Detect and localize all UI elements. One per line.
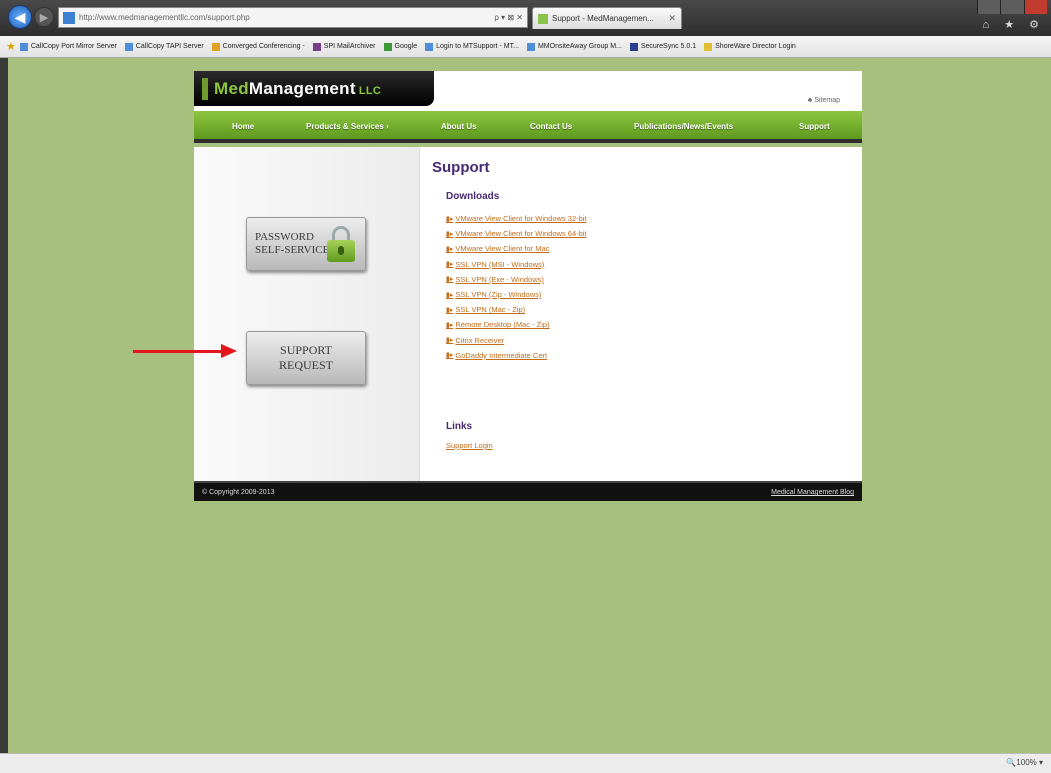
download-icon: ▮▸ (446, 245, 454, 253)
downloads-heading: Downloads (446, 191, 500, 202)
content-area: PASSWORD SELF-SERVICE SUPPORT REQUEST Su… (194, 147, 862, 481)
favorite-icon (629, 42, 638, 51)
favorite-icon (526, 42, 535, 51)
download-link[interactable]: ▮▸ SSL VPN (MSI - Windows) (446, 257, 587, 272)
download-icon: ▮▸ (446, 230, 454, 238)
download-icon: ▮▸ (446, 337, 454, 345)
password-self-service-button[interactable]: PASSWORD SELF-SERVICE (246, 217, 366, 271)
menu-home[interactable]: Home (232, 122, 254, 131)
minimize-button[interactable] (977, 0, 1001, 14)
tab-favicon-icon (538, 13, 548, 24)
download-link[interactable]: ▮▸ SSL VPN (Zip - Windows) (446, 287, 587, 302)
download-icon: ▮▸ (446, 276, 454, 284)
address-url[interactable]: http://www.medmanagementllc.com/support.… (79, 13, 494, 22)
menu-products-services[interactable]: Products & Services › (306, 122, 389, 131)
toolbar-icons[interactable]: ⌂ ★ ⚙ (983, 18, 1045, 31)
download-link[interactable]: ▮▸ VMware View Client for Mac (446, 241, 587, 256)
favorite-item[interactable]: CallCopy Port Mirror Server (19, 42, 117, 51)
support-request-button[interactable]: SUPPORT REQUEST (246, 331, 366, 385)
favorites-bar: ★ CallCopy Port Mirror Server CallCopy T… (0, 36, 1051, 58)
tab-title: Support - MedManagemen... (552, 14, 654, 23)
support-login-link[interactable]: Support Login (446, 441, 493, 450)
download-icon: ▮▸ (446, 291, 454, 299)
back-button[interactable]: ◀ (8, 5, 32, 29)
annotation-arrow-line (133, 350, 223, 353)
close-window-button[interactable] (1023, 0, 1047, 14)
tab-close-icon[interactable]: ✕ (668, 13, 676, 24)
window-left-edge (0, 58, 8, 753)
site-container: MedManagement LLC ♣ Sitemap Home Products… (194, 71, 862, 506)
favorite-icon (383, 42, 392, 51)
logo-text: MedManagement LLC (214, 78, 382, 98)
download-link[interactable]: ▮▸ SSL VPN (Exe - Windows) (446, 272, 587, 287)
favorites-star-icon[interactable]: ★ (6, 40, 16, 53)
page-title: Support (432, 159, 490, 176)
main-content: Support Downloads ▮▸ VMware View Client f… (426, 147, 846, 481)
favorite-item[interactable]: ShoreWare Director Login (704, 42, 796, 51)
main-menu: Home Products & Services › About Us Cont… (194, 111, 862, 143)
annotation-arrow-icon (221, 344, 237, 358)
download-icon: ▮▸ (446, 215, 454, 223)
favorite-icon (425, 42, 434, 51)
window-controls (977, 0, 1047, 14)
support-request-line2: REQUEST (279, 358, 333, 372)
favorite-item[interactable]: Google (383, 42, 417, 51)
favorite-item[interactable]: Converged Conferencing - (211, 42, 305, 51)
site-logo[interactable]: MedManagement LLC (194, 71, 434, 106)
download-link[interactable]: ▮▸ VMware View Client for Windows 32-bit (446, 211, 587, 226)
favorite-item[interactable]: MMOnsiteAway Group M... (526, 42, 622, 51)
menu-contact-us[interactable]: Contact Us (530, 122, 572, 131)
back-arrow-icon: ◀ (14, 8, 26, 25)
copyright-text: © Copyright 2009-2013 (202, 489, 275, 496)
favorite-item[interactable]: Login to MTSupport - MT... (425, 42, 519, 51)
logo-mark-icon (202, 77, 208, 100)
status-bar: 🔍100% ▾ (0, 753, 1051, 773)
zoom-level[interactable]: 🔍100% ▾ (1006, 758, 1043, 767)
browser-titlebar: ◀ ▶ http://www.medmanagementllc.com/supp… (0, 0, 1051, 36)
sidebar: PASSWORD SELF-SERVICE SUPPORT REQUEST (194, 147, 420, 481)
download-link[interactable]: ▮▸ Remote Desktop (Mac - Zip) (446, 317, 587, 332)
favorite-item[interactable]: SPI MailArchiver (312, 42, 376, 51)
download-icon: ▮▸ (446, 352, 454, 360)
menu-about-us[interactable]: About Us (441, 122, 477, 131)
sitemap-link[interactable]: ♣ Sitemap (808, 97, 840, 104)
menu-support[interactable]: Support (799, 122, 830, 131)
download-link[interactable]: ▮▸ VMware View Client for Windows 64-bit (446, 226, 587, 241)
menu-publications[interactable]: Publications/News/Events (634, 122, 733, 131)
lock-icon (327, 226, 355, 262)
downloads-list: ▮▸ VMware View Client for Windows 32-bit … (446, 211, 587, 363)
download-icon: ▮▸ (446, 261, 454, 269)
download-icon: ▮▸ (446, 306, 454, 314)
favorite-icon (312, 42, 321, 51)
tab-support[interactable]: Support - MedManagemen... ✕ (532, 7, 682, 29)
password-button-label: PASSWORD SELF-SERVICE (255, 231, 330, 256)
support-request-line1: SUPPORT (280, 343, 332, 357)
favorite-icon (211, 42, 220, 51)
download-icon: ▮▸ (446, 321, 454, 329)
blog-link[interactable]: Medical Management Blog (771, 489, 854, 496)
maximize-button[interactable] (1000, 0, 1024, 14)
forward-button[interactable]: ▶ (34, 7, 54, 27)
site-header: MedManagement LLC ♣ Sitemap (194, 71, 862, 111)
site-favicon-icon (63, 11, 75, 24)
favorite-icon (124, 42, 133, 51)
forward-arrow-icon: ▶ (39, 11, 49, 24)
download-link[interactable]: ▮▸ Citrix Receiver (446, 333, 587, 348)
site-footer: © Copyright 2009-2013 Medical Management… (194, 481, 862, 501)
page-viewport: MedManagement LLC ♣ Sitemap Home Products… (8, 58, 1051, 753)
favorite-item[interactable]: CallCopy TAPI Server (124, 42, 204, 51)
favorite-icon (19, 42, 28, 51)
address-bar[interactable]: http://www.medmanagementllc.com/support.… (58, 7, 528, 28)
address-tools[interactable]: ρ ▾ ⊠ ✕ (494, 13, 527, 22)
download-link[interactable]: ▮▸ GoDaddy Intermediate Cert (446, 348, 587, 363)
links-heading: Links (446, 421, 473, 432)
favorite-item[interactable]: SecureSync 5.0.1 (629, 42, 696, 51)
download-link[interactable]: ▮▸ SSL VPN (Mac - Zip) (446, 302, 587, 317)
favorite-icon (704, 42, 713, 51)
